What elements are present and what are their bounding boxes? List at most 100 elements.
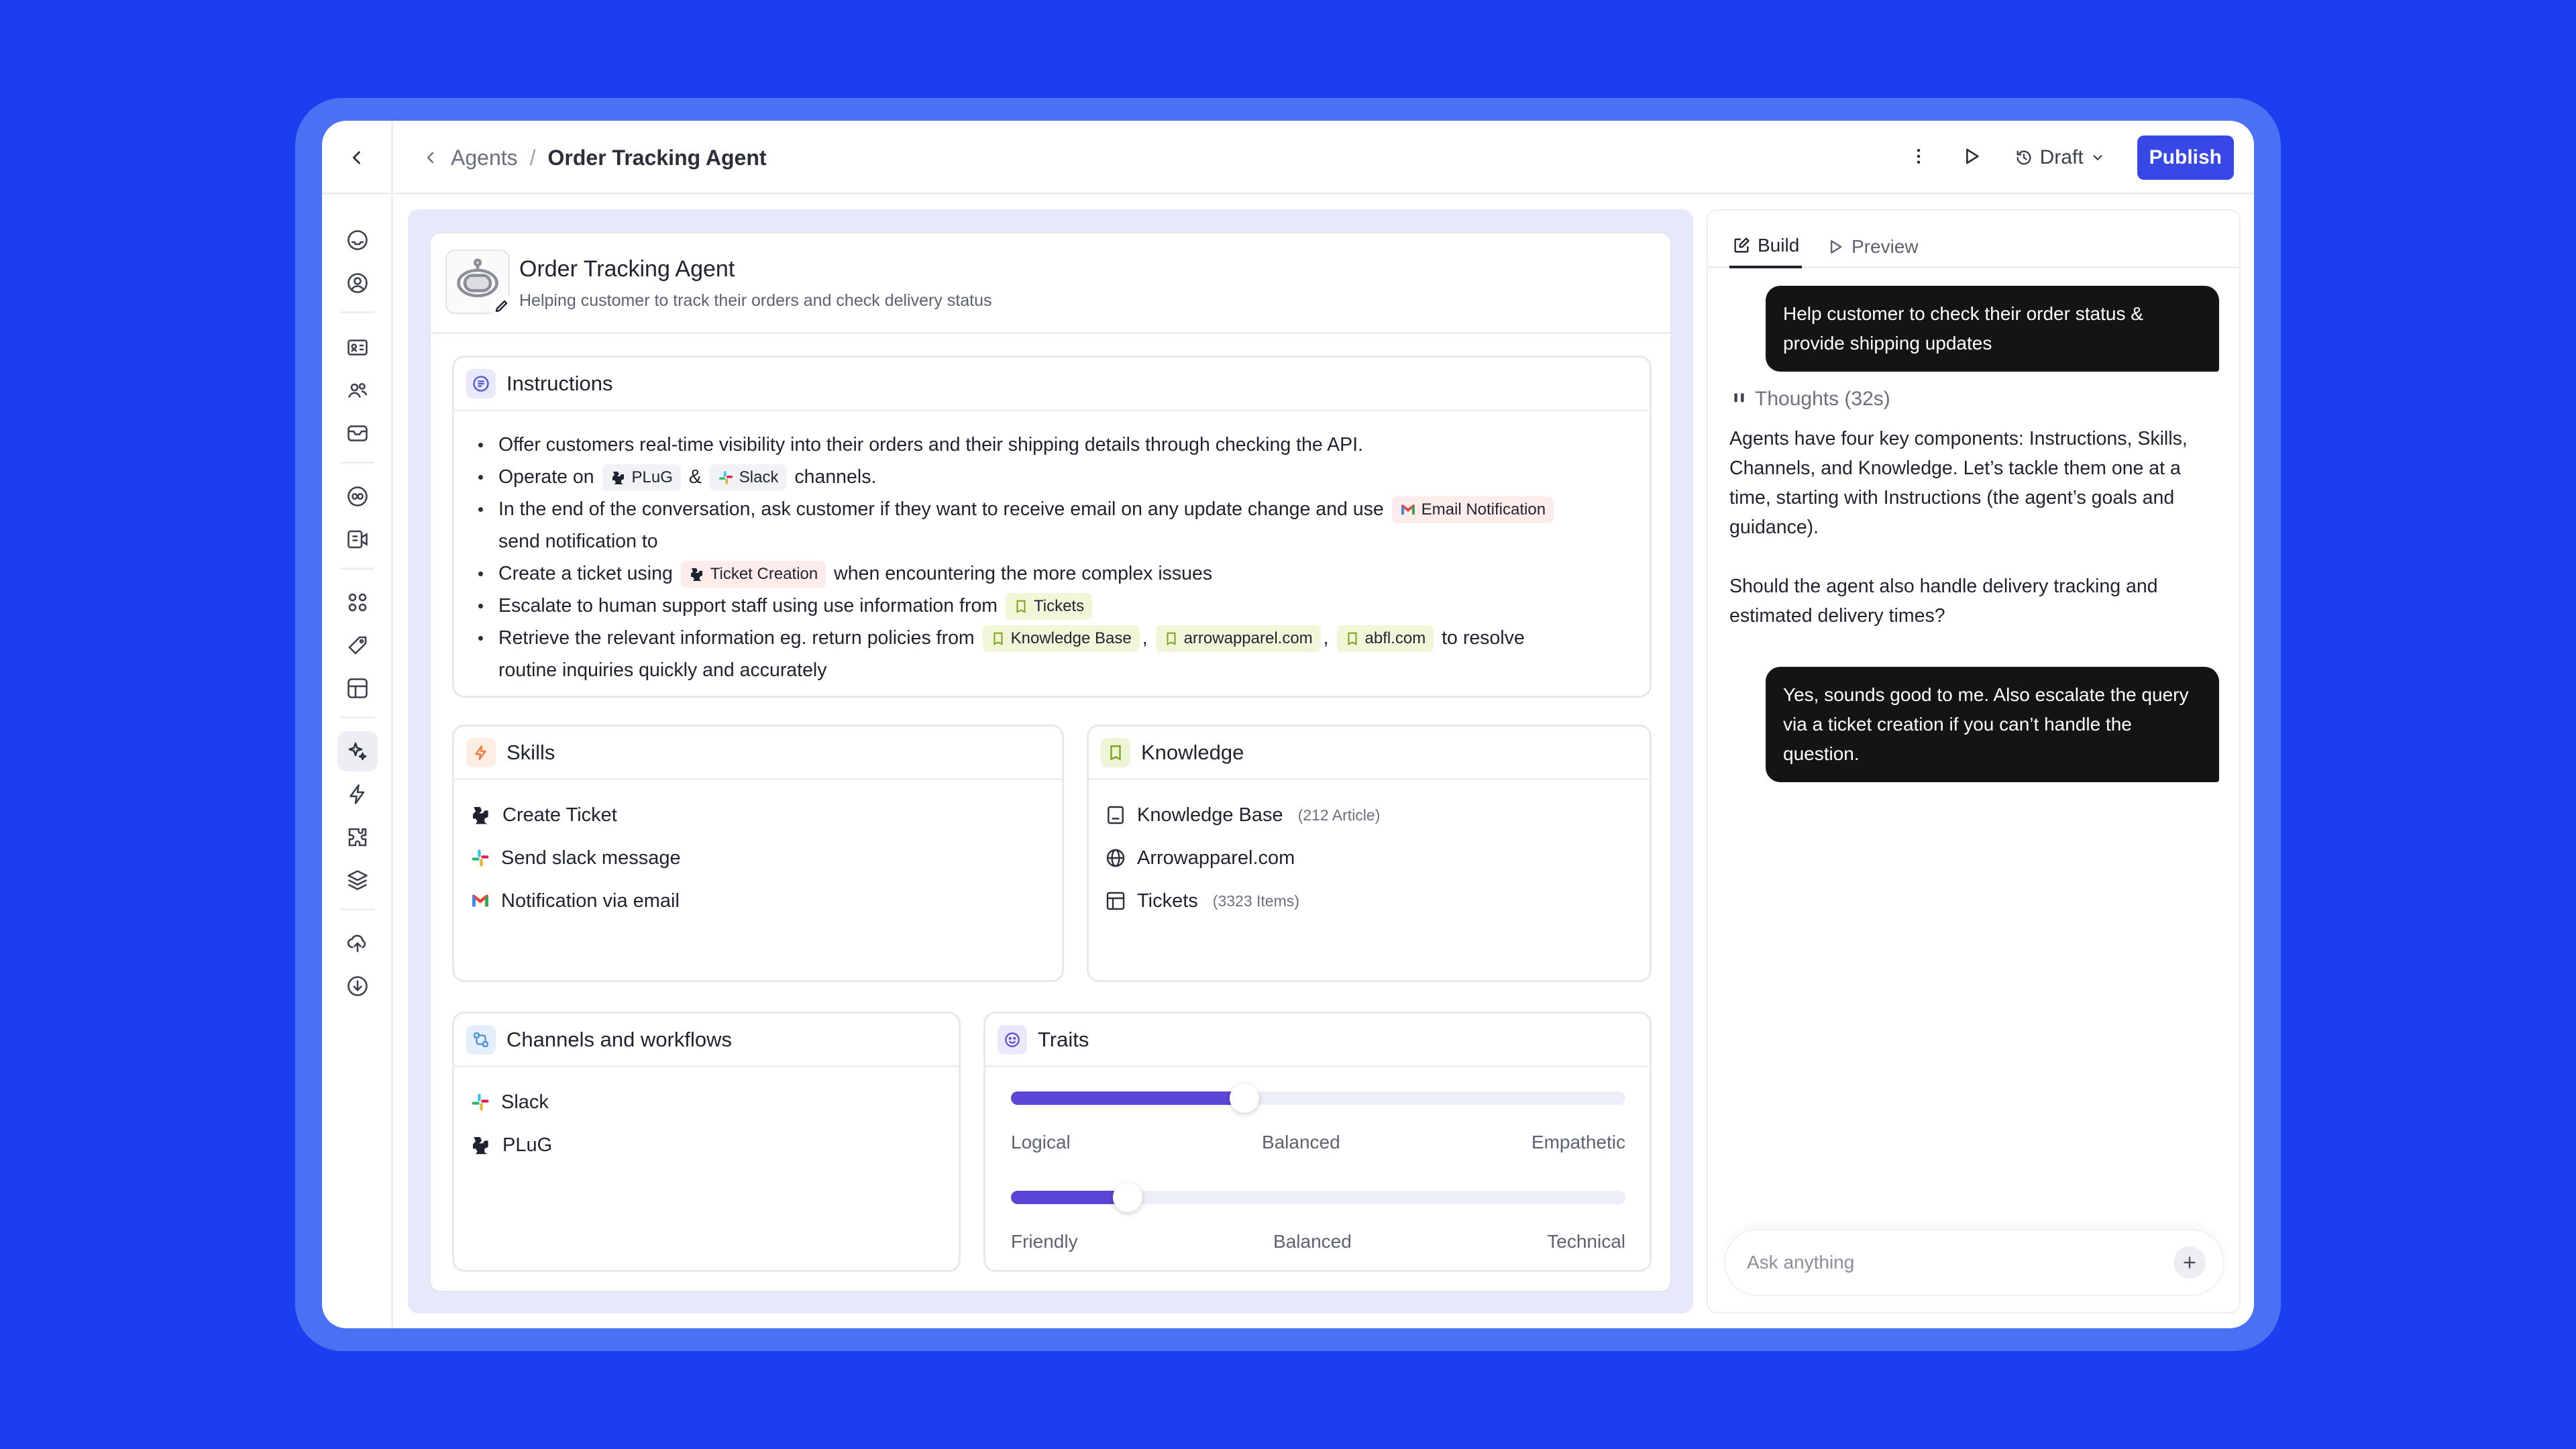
top-actions: Draft Publish	[1909, 136, 2234, 180]
channels-badge	[466, 1024, 496, 1055]
plug-chip[interactable]: PLuG	[602, 464, 681, 492]
tab-build[interactable]: Build	[1729, 225, 1803, 268]
knowledge-badge	[1101, 737, 1130, 767]
smile-icon	[1005, 1032, 1020, 1047]
instruction-text: In the end of the conversation, ask cust…	[498, 498, 1384, 520]
nav-cloud[interactable]	[337, 923, 378, 963]
nav-agents[interactable]	[337, 731, 378, 771]
breadcrumb: Agents / Order Tracking Agent	[423, 121, 767, 195]
channel-item-plug[interactable]: PLuG	[454, 1124, 959, 1167]
publish-button[interactable]: Publish	[2137, 136, 2234, 180]
knowledge-item-kb[interactable]: Knowledge Base (212 Article)	[1089, 794, 1650, 837]
channel-label: Slack	[501, 1091, 549, 1113]
nav-contacts[interactable]	[337, 327, 378, 368]
channel-label: PLuG	[502, 1134, 553, 1156]
plug-icon	[473, 1137, 488, 1155]
tab-preview-label: Preview	[1851, 236, 1919, 257]
knowledge-base-chip[interactable]: Knowledge Base	[982, 625, 1140, 653]
assistant-paragraph: Should the agent also handle delivery tr…	[1729, 576, 2158, 627]
cloud-upload-icon	[347, 934, 366, 953]
email-notification-chip[interactable]: Email Notification	[1391, 496, 1554, 524]
skills-list: Create Ticket Send slack message Notific…	[454, 780, 1062, 922]
nav-loops[interactable]	[337, 476, 378, 517]
slider-handle[interactable]	[1113, 1183, 1143, 1212]
skills-card: Skills Create Ticket Send slack message …	[452, 724, 1064, 982]
slider-label-right: Technical	[1547, 1231, 1625, 1252]
nav-apps[interactable]	[337, 582, 378, 623]
instruction-text: ,	[1323, 627, 1329, 649]
channel-item-slack[interactable]: Slack	[454, 1081, 959, 1124]
traits-header: Traits	[985, 1014, 1650, 1067]
agent-avatar[interactable]	[445, 250, 514, 318]
slack-chip[interactable]: Slack	[709, 464, 787, 492]
nav-home[interactable]	[337, 220, 378, 260]
slack-icon	[718, 471, 733, 485]
skill-label: Notification via email	[501, 890, 680, 912]
slider-handle[interactable]	[1230, 1083, 1260, 1113]
arrowapparel-chip[interactable]: arrowapparel.com	[1155, 625, 1321, 653]
knowledge-label: Tickets	[1137, 890, 1198, 912]
book-icon	[1348, 633, 1357, 646]
thoughts-toggle[interactable]: Thoughts (32s)	[1731, 388, 1890, 411]
grid-icon	[348, 593, 367, 612]
rail-divider	[341, 568, 374, 570]
ticket-creation-chip[interactable]: Ticket Creation	[680, 561, 826, 588]
skill-item-create-ticket[interactable]: Create Ticket	[454, 794, 1062, 837]
edit-avatar-button[interactable]	[490, 294, 514, 318]
skills-header: Skills	[454, 727, 1062, 780]
book-icon	[994, 633, 1003, 646]
nav-integrations[interactable]	[337, 817, 378, 857]
book-icon	[1016, 600, 1026, 614]
instructions-body[interactable]: Offer customers real-time visibility int…	[454, 411, 1650, 686]
instructions-title: Instructions	[506, 371, 613, 395]
traits-badge	[998, 1024, 1027, 1055]
top-bar: Agents / Order Tracking Agent Draft Publ…	[322, 121, 2254, 195]
breadcrumb-separator: /	[529, 145, 536, 170]
nav-layers[interactable]	[337, 860, 378, 900]
skill-item-send-slack[interactable]: Send slack message	[454, 837, 1062, 879]
user-circle-icon	[347, 273, 368, 293]
attach-button[interactable]	[2174, 1246, 2206, 1279]
knowledge-item-tickets[interactable]: Tickets (3323 Items)	[1089, 879, 1650, 922]
nav-tables[interactable]	[337, 668, 378, 708]
knowledge-item-website[interactable]: Arrowapparel.com	[1089, 837, 1650, 879]
agent-description[interactable]: Helping customer to track their orders a…	[519, 291, 991, 311]
draft-version-dropdown[interactable]: Draft	[2015, 146, 2105, 169]
more-options-button[interactable]	[1909, 146, 1929, 170]
app-window: Agents / Order Tracking Agent Draft Publ…	[322, 121, 2254, 1328]
nav-profile[interactable]	[337, 263, 378, 303]
nav-media[interactable]	[337, 519, 378, 559]
abfl-chip[interactable]: abfl.com	[1336, 625, 1434, 653]
nav-workflows[interactable]	[337, 774, 378, 814]
nav-downloads[interactable]	[337, 966, 378, 1006]
chat-input[interactable]: Ask anything	[1725, 1230, 2223, 1295]
tab-preview[interactable]: Preview	[1826, 225, 1919, 268]
instruction-text: channels.	[794, 466, 877, 488]
nav-users[interactable]	[337, 370, 378, 411]
agent-name[interactable]: Order Tracking Agent	[519, 256, 735, 282]
instructions-badge	[466, 368, 496, 398]
nav-messages[interactable]	[337, 413, 378, 453]
layers-icon	[347, 870, 368, 890]
skill-item-email[interactable]: Notification via email	[454, 879, 1062, 922]
run-button[interactable]	[1961, 146, 1982, 170]
collapse-sidebar-button[interactable]	[322, 121, 393, 195]
sparkles-icon	[348, 742, 367, 761]
chat-input-placeholder[interactable]: Ask anything	[1747, 1252, 1854, 1273]
chevron-left-icon[interactable]	[423, 150, 439, 166]
pencil-icon	[495, 300, 508, 313]
book-icon	[1167, 633, 1176, 646]
instruction-text: when encountering the more complex issue…	[834, 563, 1213, 584]
trait-slider-style[interactable]	[1011, 1183, 1625, 1212]
nav-tags[interactable]	[337, 625, 378, 665]
tickets-chip[interactable]: Tickets	[1005, 593, 1093, 621]
knowledge-meta: (212 Article)	[1297, 806, 1381, 824]
more-vertical-icon	[1917, 148, 1920, 164]
download-icon	[347, 976, 368, 996]
tab-build-label: Build	[1758, 235, 1800, 256]
instruction-text: to resolve	[1442, 627, 1525, 649]
chip-label: arrowapparel.com	[1183, 629, 1313, 648]
trait-slider-tone[interactable]	[1011, 1083, 1625, 1113]
breadcrumb-parent-link[interactable]: Agents	[451, 146, 518, 170]
instruction-line: Offer customers real-time visibility int…	[478, 429, 1650, 461]
